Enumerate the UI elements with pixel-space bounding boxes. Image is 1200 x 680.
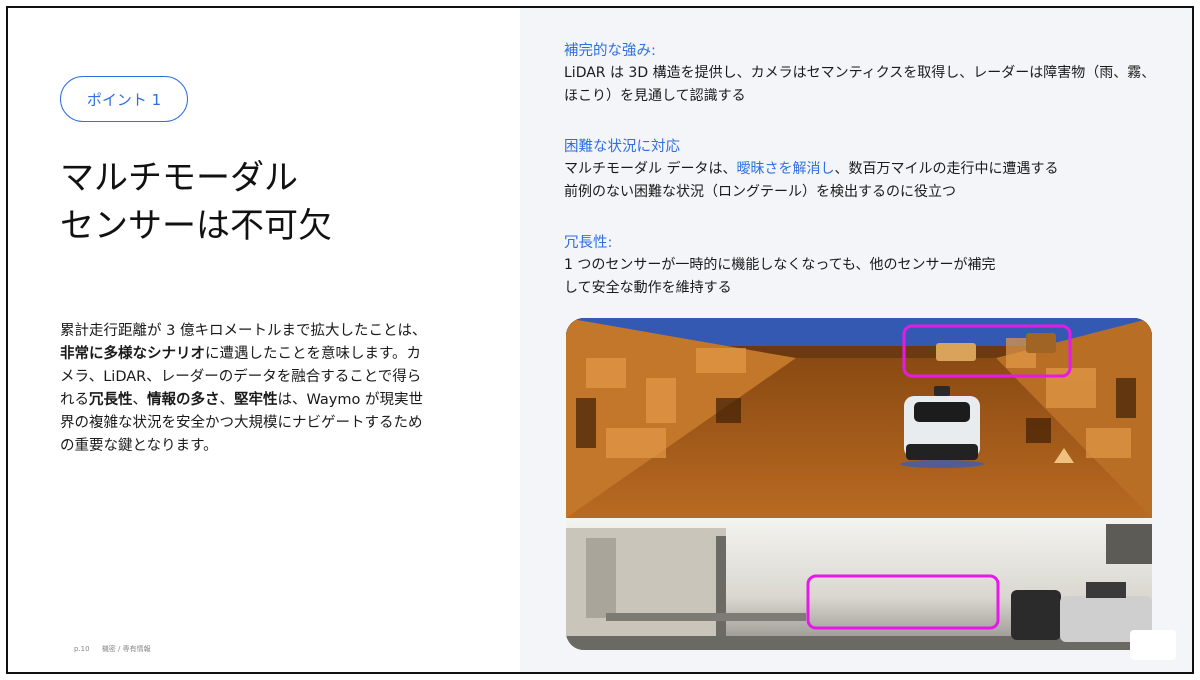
body-text-1: 累計走行距離が 3 億キロメートルまで拡大したことは、: [60, 323, 427, 339]
slide-frame: ポイント 1 マルチモーダル センサーは不可欠 累計走行距離が 3 億キロメート…: [6, 6, 1194, 674]
body-paragraph: 累計走行距離が 3 億キロメートルまで拡大したことは、非常に多様なシナリオに遭遇…: [60, 320, 430, 458]
body-bold-2: 冗長性: [89, 392, 133, 408]
corner-patch: [1130, 630, 1176, 660]
sensor-visualization: [566, 318, 1152, 650]
section-difficult-highlight: 曖昧さを解消し: [736, 161, 835, 177]
section-redundancy-line-2: して安全な動作を維持する: [564, 280, 732, 296]
body-text-4: 、: [219, 392, 235, 408]
section-difficult-post: 、数百万マイルの走行中に遭遇する: [834, 161, 1059, 177]
body-bold-1: 非常に多様なシナリオ: [60, 346, 205, 362]
title-line-1: マルチモーダル: [60, 158, 298, 198]
footer-page-number: p.10: [74, 645, 90, 653]
point-badge-label: ポイント 1: [86, 90, 162, 109]
slide-title: マルチモーダル センサーは不可欠: [60, 154, 480, 250]
title-line-2: センサーは不可欠: [60, 206, 332, 246]
section-redundancy-line-1: 1 つのセンサーが一時的に機能しなくなっても、他のセンサーが補完: [564, 257, 996, 273]
lidar-camera-fusion-image: [566, 318, 1152, 650]
section-difficult-heading: 困難な状況に対応: [564, 139, 680, 155]
section-difficult-line-1: マルチモーダル データは、曖昧さを解消し、数百万マイルの走行中に遭遇する: [564, 158, 1164, 181]
footer-confidential: 機密 / 専有情報: [101, 645, 151, 653]
body-text-3: 、: [132, 392, 148, 408]
section-difficult-line-2: 前例のない困難な状況（ロングテール）を検出するのに役立つ: [564, 184, 956, 200]
body-bold-3: 情報の多さ: [147, 392, 220, 408]
section-redundancy: 冗長性: 1 つのセンサーが一時的に機能しなくなっても、他のセンサーが補完 して…: [564, 232, 1164, 300]
section-difficult-pre: マルチモーダル データは、: [564, 161, 737, 177]
section-complementary-body: LiDAR は 3D 構造を提供し、カメラはセマンティクスを取得し、レーダーは障…: [564, 65, 1156, 104]
section-complementary: 補完的な強み: LiDAR は 3D 構造を提供し、カメラはセマンティクスを取得…: [564, 40, 1164, 108]
car-icon: [900, 386, 984, 468]
footer: p.10 機密 / 専有情報: [74, 644, 161, 654]
left-panel: ポイント 1 マルチモーダル センサーは不可欠 累計走行距離が 3 億キロメート…: [8, 8, 520, 672]
right-panel: 補完的な強み: LiDAR は 3D 構造を提供し、カメラはセマンティクスを取得…: [520, 8, 1192, 672]
body-bold-4: 堅牢性: [234, 392, 278, 408]
section-difficult-situations: 困難な状況に対応 マルチモーダル データは、曖昧さを解消し、数百万マイルの走行中…: [564, 136, 1164, 204]
section-complementary-heading: 補完的な強み:: [564, 43, 656, 59]
section-redundancy-heading: 冗長性:: [564, 235, 613, 251]
point-badge: ポイント 1: [60, 76, 188, 122]
